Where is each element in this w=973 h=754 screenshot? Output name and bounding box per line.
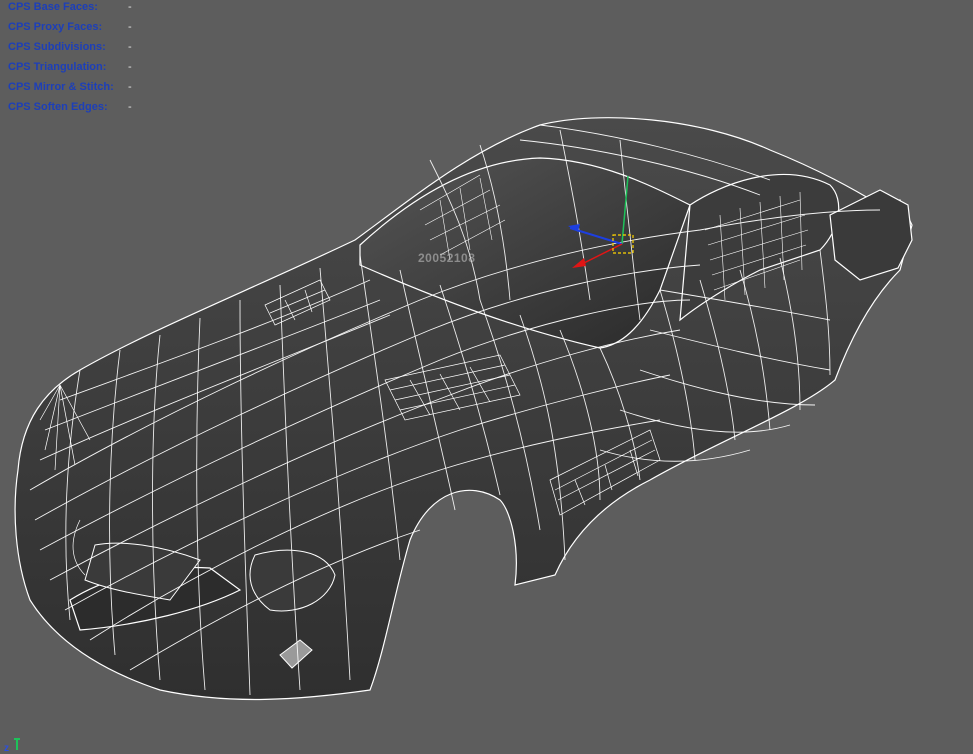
hud-label: CPS Mirror & Stitch: (8, 81, 114, 93)
hud-value: - (128, 81, 132, 93)
view-axis-indicator: z (2, 734, 32, 754)
hud-row-soften-edges: CPS Soften Edges: - (8, 101, 132, 121)
axis-z-label: z (4, 743, 9, 754)
hud-label: CPS Base Faces: (8, 1, 98, 13)
hud-value: - (128, 21, 132, 33)
hud-label: CPS Proxy Faces: (8, 21, 103, 33)
car-wireframe-model[interactable] (0, 0, 973, 754)
axis-y-line (16, 740, 18, 750)
cps-stats-hud: CPS Base Faces: - CPS Proxy Faces: - CPS… (8, 1, 132, 121)
hud-value: - (128, 41, 132, 53)
hud-label: CPS Soften Edges: (8, 101, 108, 113)
hud-row-triangulation: CPS Triangulation: - (8, 61, 132, 81)
hud-label: CPS Subdivisions: (8, 41, 106, 53)
3d-viewport[interactable]: CPS Base Faces: - CPS Proxy Faces: - CPS… (0, 0, 973, 754)
hud-value: - (128, 1, 132, 13)
hud-row-proxy-faces: CPS Proxy Faces: - (8, 21, 132, 41)
hud-row-subdivisions: CPS Subdivisions: - (8, 41, 132, 61)
hud-label: CPS Triangulation: (8, 61, 107, 73)
hud-value: - (128, 101, 132, 113)
hud-value: - (128, 61, 132, 73)
hud-row-base-faces: CPS Base Faces: - (8, 1, 132, 21)
watermark-text: 20052108 (418, 251, 476, 265)
hud-row-mirror-stitch: CPS Mirror & Stitch: - (8, 81, 132, 101)
